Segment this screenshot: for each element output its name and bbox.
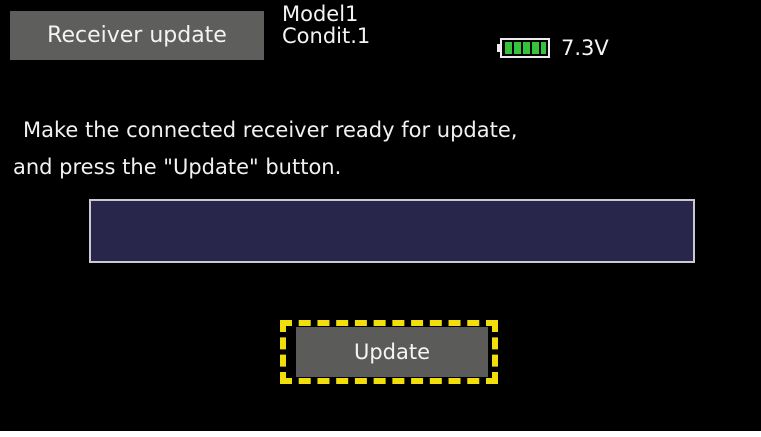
- update-progress-bar: [89, 199, 695, 263]
- battery-full-icon: [497, 38, 550, 58]
- model-info: Model1 Condit.1: [282, 3, 370, 47]
- model-name: Model1: [282, 2, 359, 26]
- update-button-label: Update: [353, 340, 431, 364]
- battery-voltage: 7.3V: [561, 36, 609, 60]
- screen-title-tab[interactable]: Receiver update: [10, 11, 264, 60]
- battery-cell-2: [514, 42, 521, 54]
- instruction-text: Make the connected receiver ready for up…: [13, 112, 517, 186]
- condition-name: Condit.1: [282, 24, 371, 48]
- instruction-line-2: and press the "Update" button.: [13, 155, 342, 179]
- receiver-update-screen: Receiver update Model1 Condit.1 7.3V Mak…: [0, 0, 761, 431]
- battery-cell-3: [523, 42, 530, 54]
- battery-cell-1: [505, 42, 512, 54]
- battery-cell-5: [541, 42, 546, 54]
- update-button[interactable]: Update: [296, 327, 488, 377]
- screen-title: Receiver update: [47, 23, 227, 48]
- battery-cell-4: [532, 42, 539, 54]
- instruction-line-1: Make the connected receiver ready for up…: [23, 118, 518, 142]
- battery-status: 7.3V: [497, 36, 609, 60]
